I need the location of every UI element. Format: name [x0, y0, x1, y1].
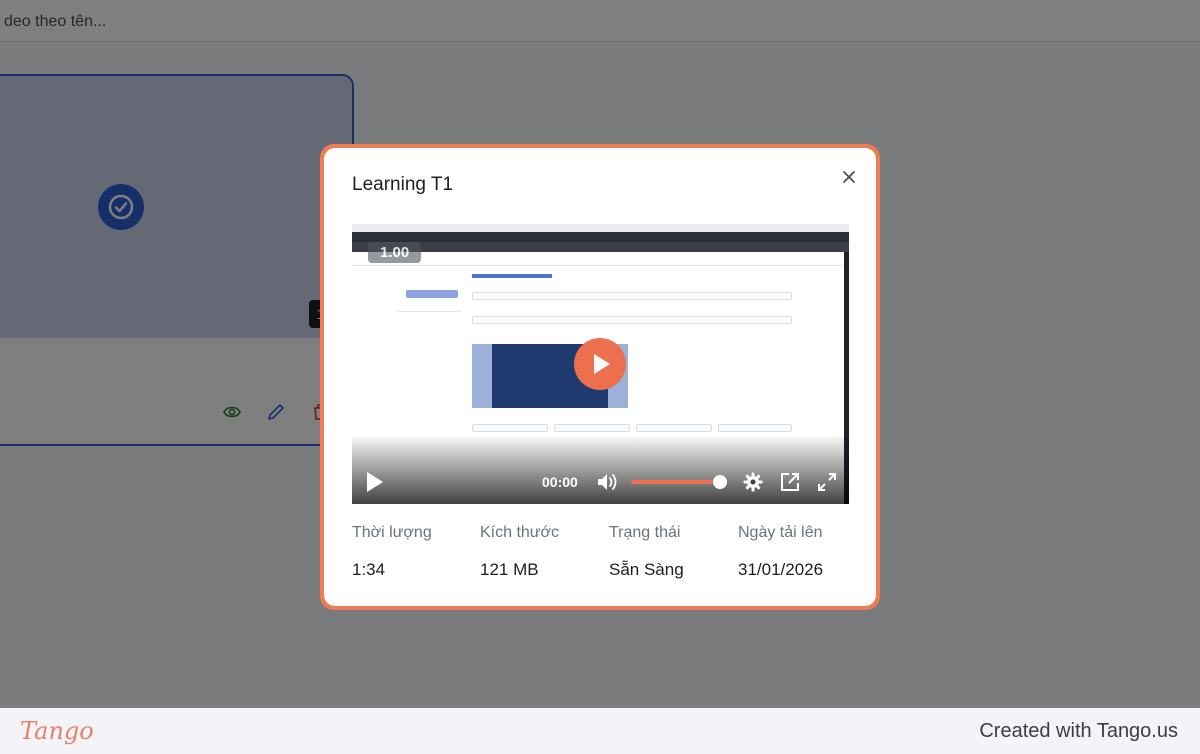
volume-slider-handle[interactable] [713, 475, 727, 489]
video-frame-heading [472, 274, 552, 278]
fullscreen-button[interactable] [817, 472, 837, 492]
footer: Tango Created with Tango.us [0, 708, 1200, 754]
video-frame-header [352, 252, 844, 266]
play-button[interactable] [366, 471, 384, 493]
video-stats: Thời lượng 1:34 Kích thước 121 MB Trạng … [352, 524, 852, 584]
video-frame-field [718, 424, 792, 432]
tango-logo: Tango [20, 717, 94, 745]
stat-label: Thời lượng [352, 524, 432, 541]
controls-gradient [352, 434, 849, 504]
settings-button[interactable] [743, 472, 763, 492]
stat-value: 121 MB [480, 560, 539, 579]
stat-value: 1:34 [352, 560, 386, 579]
popout-icon [781, 473, 799, 491]
stat-status: Trạng thái Sẵn Sàng [609, 524, 684, 580]
video-frame-field [636, 424, 712, 432]
volume-slider[interactable] [631, 480, 721, 484]
stat-value: Sẵn Sàng [609, 560, 684, 579]
video-frame-addressbar [352, 242, 849, 252]
stat-label: Kích thước [480, 524, 560, 541]
stat-label: Ngày tải lên [738, 524, 823, 541]
play-icon [594, 354, 610, 374]
footer-credit: Created with Tango.us [979, 720, 1178, 742]
stat-value: 31/01/2026 [738, 560, 824, 579]
stat-label: Trạng thái [609, 524, 681, 541]
video-detail-modal: Learning T1 1.00 00:00 Thời lượng 1:34 K… [324, 148, 876, 606]
stat-duration: Thời lượng 1:34 [352, 524, 432, 580]
pip-button[interactable] [780, 472, 800, 492]
close-icon [843, 171, 855, 183]
close-button[interactable] [838, 166, 860, 188]
fullscreen-icon [818, 473, 836, 491]
gear-icon [743, 472, 763, 492]
video-frame-field [554, 424, 630, 432]
big-play-button[interactable] [574, 338, 626, 390]
video-frame-field [472, 292, 792, 300]
video-frame-tabs [352, 232, 849, 242]
video-frame-menubar [352, 224, 849, 232]
modal-title: Learning T1 [352, 174, 454, 195]
current-time: 00:00 [542, 474, 578, 490]
stat-size: Kích thước 121 MB [480, 524, 559, 580]
volume-button[interactable] [597, 472, 619, 492]
play-icon [367, 472, 383, 492]
playback-speed-label: 1.00 [368, 242, 422, 263]
stat-upload-date: Ngày tải lên 31/01/2026 [738, 524, 823, 580]
video-frame-field [472, 316, 792, 324]
video-frame-sidebar [398, 272, 462, 312]
video-player[interactable]: 1.00 00:00 [352, 224, 849, 504]
video-frame-field [472, 424, 548, 432]
volume-icon [598, 474, 617, 490]
